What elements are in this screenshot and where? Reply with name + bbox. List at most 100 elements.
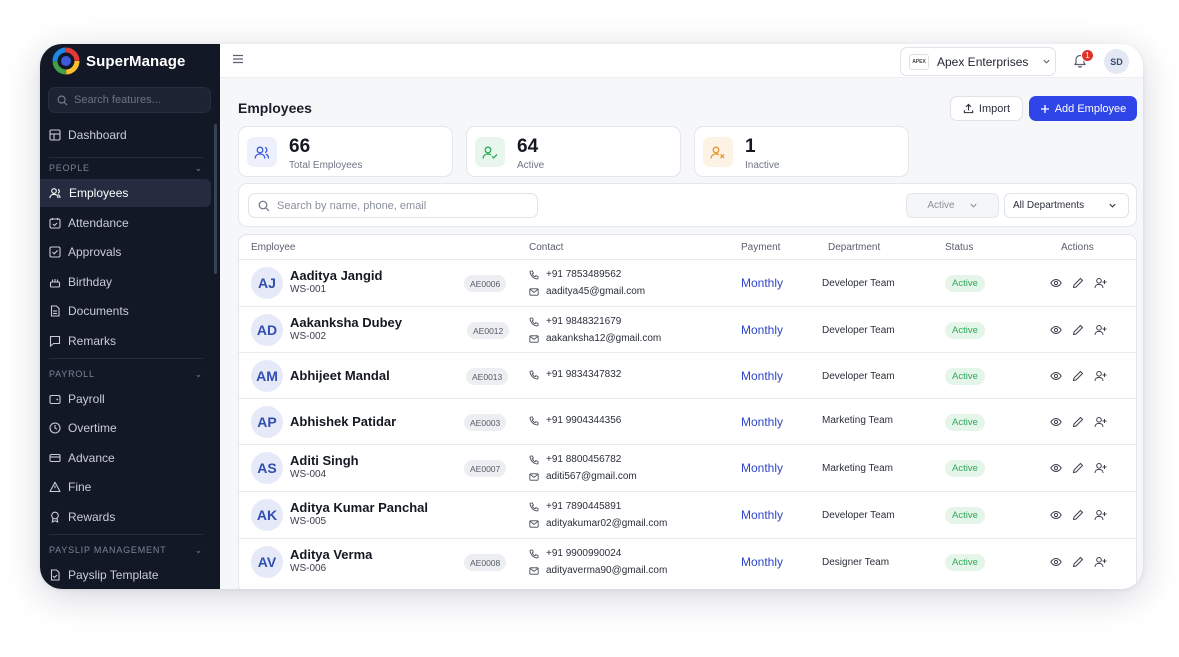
phone-number: +91 7890445891 [546,501,622,512]
employee-name[interactable]: Abhijeet Mandal [290,368,390,383]
contact-email: aaditya45@gmail.com [529,286,645,297]
sidebar-item-approvals[interactable]: Approvals [40,238,212,266]
column-header-contact[interactable]: Contact [529,242,563,253]
contact-phone: +91 9834347832 [529,369,621,380]
add-employee-button[interactable]: Add Employee [1029,96,1137,121]
employee-name[interactable]: Aditya Kumar Panchal [290,500,428,515]
user-plus-icon[interactable] [1094,324,1107,336]
sidebar-item-employees[interactable]: Employees [40,179,211,207]
email-address: aaditya45@gmail.com [546,286,646,297]
edit-icon[interactable] [1072,556,1084,568]
sidebar-item-documents[interactable]: Documents [40,297,212,325]
eye-icon[interactable] [1050,509,1062,521]
sidebar-item-overtime[interactable]: Overtime [40,414,212,442]
sidebar-item-payroll[interactable]: Payroll [40,385,212,413]
employee-name[interactable]: Abhishek Patidar [290,414,396,429]
table-row[interactable]: AP Abhishek Patidar AE0003 +91 9904344356 Mo… [239,398,1136,445]
import-button[interactable]: Import [950,96,1023,121]
sidebar-item-rewards[interactable]: Rewards [40,503,212,531]
eye-icon[interactable] [1050,416,1062,428]
email-address: adityaverma90@gmail.com [546,565,668,576]
table-row[interactable]: AM Abhijeet Mandal AE0013 +91 9834347832 Mon… [239,352,1136,399]
stat-label: Active [517,160,545,171]
user-plus-icon[interactable] [1094,416,1107,428]
edit-icon[interactable] [1072,462,1084,474]
feature-search-input[interactable]: Search features... [48,87,211,113]
status-filter-select[interactable]: Active [906,193,999,218]
plus-icon [1040,104,1049,113]
brand[interactable]: SuperManage [52,46,185,76]
edit-icon[interactable] [1072,416,1084,428]
department-name: Marketing Team [822,463,893,474]
eye-icon[interactable] [1050,370,1062,382]
user-plus-icon[interactable] [1094,462,1107,474]
sidebar-item-label: Overtime [68,421,117,435]
user-avatar[interactable]: SD [1104,49,1129,74]
sidebar-item-birthday[interactable]: Birthday [40,268,212,296]
menu-icon[interactable] [232,53,244,65]
page-title: Employees [238,100,312,116]
section-payroll[interactable]: PAYROLL ⌄ [49,367,203,381]
table-row[interactable]: AS Aditi Singh WS-004 AE0007 +91 8800456782 a… [239,444,1136,491]
phone-icon [529,270,539,279]
topbar: APEX Apex Enterprises 1 SD [220,44,1143,78]
sidebar-item-fine[interactable]: Fine [40,473,212,501]
sidebar-item-remarks[interactable]: Remarks [40,327,212,355]
eye-icon[interactable] [1050,556,1062,568]
column-header-department[interactable]: Department [828,242,880,253]
mail-icon [529,566,539,575]
chevron-down-icon [1109,203,1116,208]
eye-icon[interactable] [1050,324,1062,336]
mail-icon [529,472,539,481]
sidebar-item-advance[interactable]: Advance [40,444,212,472]
column-header-status[interactable]: Status [945,242,973,253]
employee-search-input[interactable]: Search by name, phone, email [248,193,538,218]
payment-type: Monthly [741,461,784,475]
sidebar-item-label: Employees [69,186,129,200]
department-filter-value: All Departments [1013,200,1085,211]
section-people[interactable]: PEOPLE ⌄ [49,161,203,175]
eye-icon[interactable] [1050,462,1062,474]
phone-number: +91 9834347832 [546,369,622,380]
sidebar: SuperManage Search features... Dashboard… [40,44,220,589]
sidebar-item-payslip-template[interactable]: Payslip Template [40,561,212,589]
edit-icon[interactable] [1072,277,1084,289]
phone-icon [529,370,539,379]
user-plus-icon[interactable] [1094,556,1107,568]
table-row[interactable]: AK Aditya Kumar Panchal WS-005 +91 78904458… [239,491,1136,538]
employee-name[interactable]: Aditya Verma [290,547,372,562]
users-icon [49,188,61,199]
dashboard-icon [49,129,61,141]
eye-icon[interactable] [1050,277,1062,289]
edit-icon[interactable] [1072,370,1084,382]
column-header-payment[interactable]: Payment [741,242,780,253]
employee-name[interactable]: Aaditya Jangid [290,268,382,283]
sidebar-item-label: Dashboard [68,128,127,142]
table-row[interactable]: AD Aakanksha Dubey WS-002 AE0012 +91 9848321… [239,306,1136,353]
sidebar-item-label: Rewards [68,510,116,524]
filter-bar: Search by name, phone, email Active All … [238,183,1137,227]
column-header-employee[interactable]: Employee [251,242,295,253]
status-badge: Active [945,554,985,571]
user-plus-icon[interactable] [1094,370,1107,382]
edit-icon[interactable] [1072,324,1084,336]
sidebar-item-label: Documents [68,304,129,318]
employee-name[interactable]: Aditi Singh [290,453,359,468]
sidebar-item-label: Approvals [68,245,122,259]
company-selector[interactable]: APEX Apex Enterprises [900,47,1056,76]
department-filter-select[interactable]: All Departments [1004,193,1129,218]
users-icon [254,146,270,159]
user-plus-icon[interactable] [1094,277,1107,289]
sidebar-item-dashboard[interactable]: Dashboard [40,121,212,149]
table-row[interactable]: AV Aditya Verma WS-006 AE0008 +91 9900990024… [239,538,1136,585]
employee-name[interactable]: Aakanksha Dubey [290,315,402,330]
contact-email: aditi567@gmail.com [529,471,637,482]
section-payslip-management[interactable]: PAYSLIP MANAGEMENT ⌄ [49,543,203,557]
edit-icon[interactable] [1072,509,1084,521]
status-badge: Active [945,414,985,431]
stat-label: Total Employees [289,160,363,171]
user-plus-icon[interactable] [1094,509,1107,521]
sidebar-scrollbar[interactable] [214,124,217,274]
table-row[interactable]: AJ Aaditya Jangid WS-001 AE0006 +91 78534895… [239,259,1136,306]
sidebar-item-attendance[interactable]: Attendance [40,209,212,237]
